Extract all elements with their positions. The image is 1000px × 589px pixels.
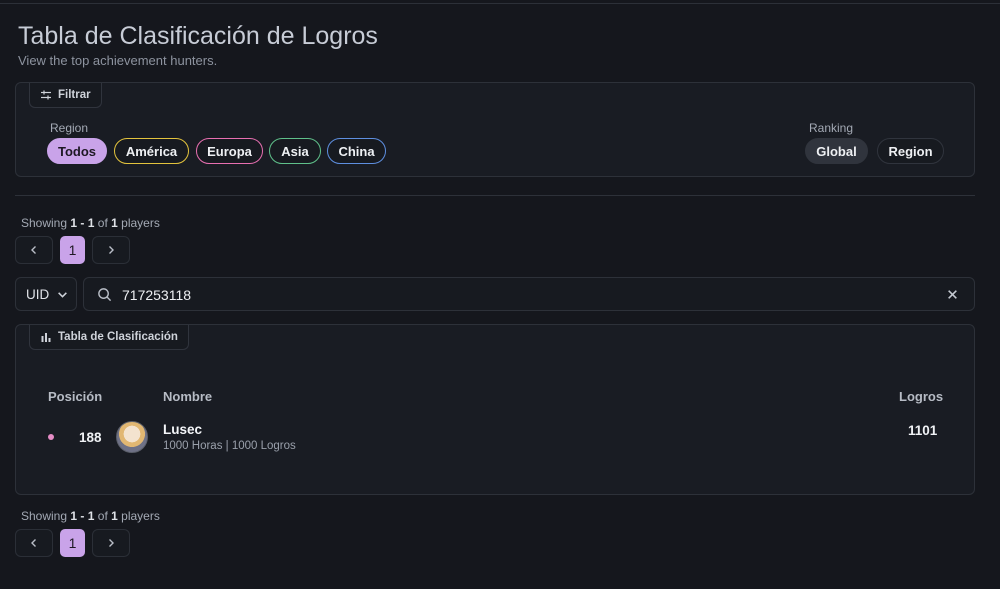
chevron-left-icon xyxy=(31,246,36,254)
uid-select-label: UID xyxy=(26,286,50,302)
sliders-icon xyxy=(40,89,52,101)
leaderboard-tab[interactable]: Tabla de Clasificación xyxy=(29,325,189,350)
search-icon xyxy=(98,288,112,302)
bar-chart-icon xyxy=(40,331,52,343)
ranking-pill-region[interactable]: Region xyxy=(877,138,944,164)
page-1-button-top[interactable]: 1 xyxy=(60,236,85,264)
region-pill-todos[interactable]: Todos xyxy=(47,138,107,164)
avatar xyxy=(116,421,148,453)
row-position: 188 xyxy=(79,430,102,445)
chevron-right-icon xyxy=(109,539,114,547)
prev-page-button-bottom[interactable] xyxy=(15,529,53,557)
search-input[interactable] xyxy=(122,284,922,306)
region-pill-europa[interactable]: Europa xyxy=(196,138,263,164)
showing-summary-top: Showing 1 - 1 of 1 players xyxy=(21,216,160,230)
close-icon[interactable] xyxy=(947,289,958,300)
uid-field-select[interactable]: UID xyxy=(15,277,77,311)
player-stats: 1000 Horas | 1000 Logros xyxy=(163,440,296,452)
region-pill-asia[interactable]: Asia xyxy=(269,138,321,164)
leaderboard-tab-label: Tabla de Clasificación xyxy=(58,331,178,343)
filter-tab-label: Filtrar xyxy=(58,89,91,101)
row-achievements: 1101 xyxy=(908,423,938,438)
column-header-name: Nombre xyxy=(163,389,213,404)
page-subtitle: View the top achievement hunters. xyxy=(18,53,218,68)
chevron-left-icon xyxy=(31,539,36,547)
region-pill-china[interactable]: China xyxy=(327,138,386,164)
next-page-button-top[interactable] xyxy=(92,236,130,264)
chevron-right-icon xyxy=(109,246,114,254)
column-header-position: Posición xyxy=(48,389,103,404)
filter-panel: Filtrar Region Todos América Europa Asia… xyxy=(15,82,975,177)
ranking-pill-global[interactable]: Global xyxy=(805,138,868,164)
section-divider xyxy=(15,195,975,196)
region-label: Region xyxy=(50,121,89,135)
leaderboard-panel: Tabla de Clasificación xyxy=(15,324,975,495)
top-divider xyxy=(0,3,1000,4)
player-name[interactable]: Lusec xyxy=(163,422,202,437)
page-title: Tabla de Clasificación de Logros xyxy=(18,22,378,50)
search-box xyxy=(83,277,975,311)
region-dot xyxy=(48,434,54,440)
prev-page-button-top[interactable] xyxy=(15,236,53,264)
column-header-achievements: Logros xyxy=(899,389,944,404)
filter-tab[interactable]: Filtrar xyxy=(29,83,102,108)
chevron-down-icon xyxy=(58,291,68,298)
region-pill-america[interactable]: América xyxy=(114,138,189,164)
next-page-button-bottom[interactable] xyxy=(92,529,130,557)
page-1-button-bottom[interactable]: 1 xyxy=(60,529,85,557)
ranking-label: Ranking xyxy=(809,121,854,135)
showing-summary-bottom: Showing 1 - 1 of 1 players xyxy=(21,509,160,523)
